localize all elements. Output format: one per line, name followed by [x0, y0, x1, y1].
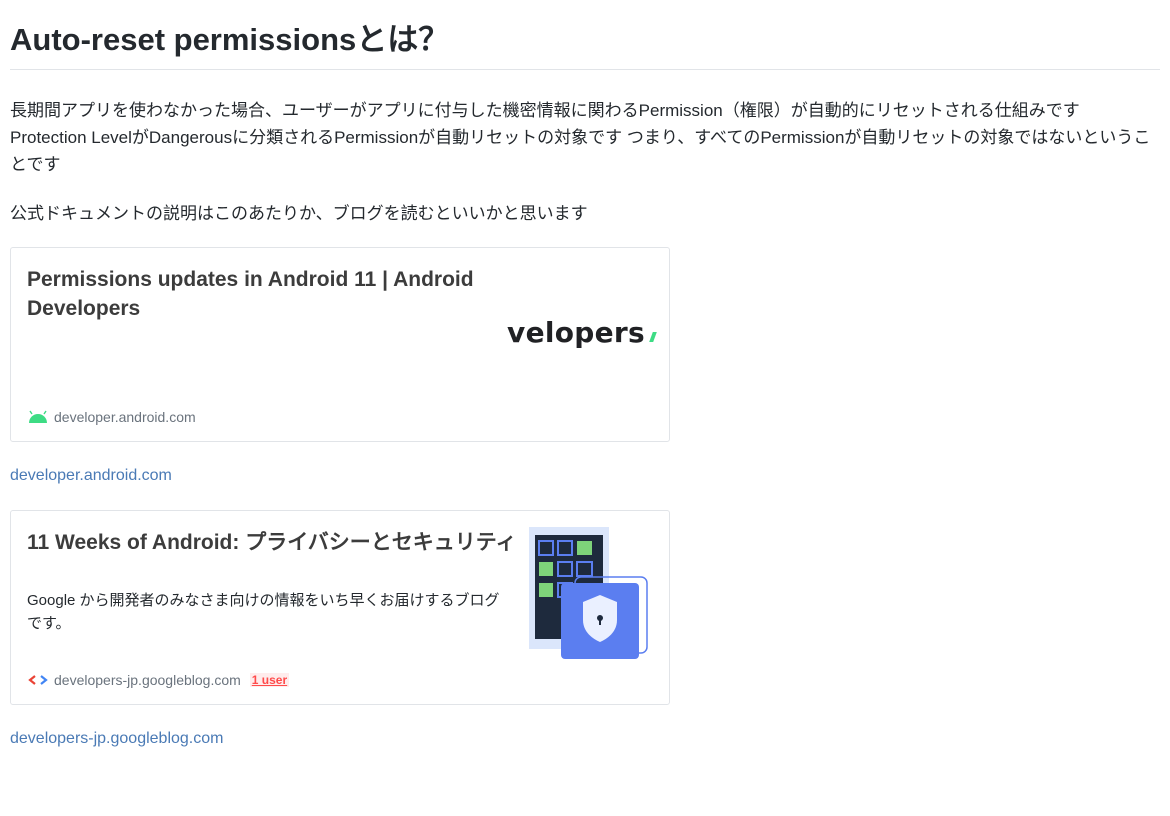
title-divider — [10, 69, 1160, 70]
card-title: Permissions updates in Android 11 | Andr… — [27, 268, 474, 320]
card-domain: developer.android.com — [54, 409, 196, 425]
android-icon — [29, 410, 47, 423]
link-card-android-developers[interactable]: Permissions updates in Android 11 | Andr… — [10, 247, 670, 442]
source-link-android[interactable]: developer.android.com — [10, 467, 172, 485]
article-page: Auto-reset permissionsとは？ 長期間アプリを使わなかった場… — [0, 0, 1170, 816]
card-domain: developers-jp.googleblog.com — [54, 672, 241, 688]
reference-paragraph: 公式ドキュメントの説明はこのあたりか、ブログを読むといいかと思います — [10, 204, 588, 223]
card-title: 11 Weeks of Android: プライバシーとセキュリティ — [27, 531, 517, 554]
card-footer: developers-jp.googleblog.com 1 user — [27, 669, 290, 691]
link-card-googleblog[interactable]: 11 Weeks of Android: プライバシーとセキュリティ Googl… — [10, 510, 670, 705]
card-description: Google から開発者のみなさま向けの情報をいち早くお届けするブログです。 — [27, 592, 500, 632]
card-thumbnail: velopers — [507, 316, 657, 349]
bookmark-users-badge[interactable]: 1 user — [249, 673, 290, 687]
card-footer: developer.android.com — [27, 406, 196, 428]
security-illustration-icon — [529, 527, 648, 659]
thumbnail-text: velopers — [507, 316, 645, 349]
page-title: Auto-reset permissionsとは？ — [10, 22, 450, 57]
code-brackets-icon — [28, 675, 48, 685]
android-accent-mark — [649, 332, 657, 342]
source-link-googleblog[interactable]: developers-jp.googleblog.com — [10, 730, 223, 748]
intro-paragraph: 長期間アプリを使わなかった場合、ユーザーがアプリに付与した機密情報に関わるPer… — [10, 101, 1151, 174]
